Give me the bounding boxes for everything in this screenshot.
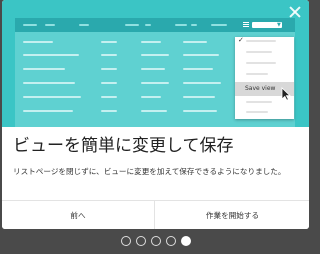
dialog-title: ビューを簡単に変更して保存 xyxy=(13,136,234,156)
page-dot[interactable] xyxy=(151,236,161,246)
dropdown-item xyxy=(246,101,272,103)
hero-illustration: ▼ ✓ Save view xyxy=(2,0,309,127)
toolbar-placeholder xyxy=(79,24,89,26)
get-started-button[interactable]: 作業を開始する xyxy=(156,201,309,229)
list-view-icon xyxy=(243,22,249,28)
close-icon[interactable] xyxy=(289,6,301,18)
dropdown-item xyxy=(246,62,276,64)
page-dot[interactable] xyxy=(136,236,146,246)
tour-dialog: ▼ ✓ Save view ビューを簡単に変更して保存 リストページを閉じずに、… xyxy=(2,0,309,229)
dialog-footer: 前へ 作業を開始する xyxy=(2,200,309,229)
dropdown-item xyxy=(246,73,268,75)
toolbar-placeholder xyxy=(125,24,139,26)
page-dot[interactable] xyxy=(121,236,131,246)
chevron-down-icon: ▼ xyxy=(277,22,281,28)
toolbar-placeholder xyxy=(191,24,197,26)
toolbar-placeholder xyxy=(45,24,55,26)
toolbar-placeholder xyxy=(145,24,151,26)
toolbar-placeholder xyxy=(211,24,227,26)
prev-button[interactable]: 前へ xyxy=(2,201,155,229)
mouse-pointer-icon xyxy=(281,87,291,101)
dialog-description: リストページを閉じずに、ビューに変更を加えて保存できるようになりました。 xyxy=(13,167,286,176)
toolbar-placeholder xyxy=(175,24,187,26)
view-dropdown-menu: ✓ Save view xyxy=(235,37,294,119)
dropdown-item xyxy=(246,40,276,42)
page-dot-active[interactable] xyxy=(181,236,191,246)
dropdown-item xyxy=(246,51,272,53)
dropdown-item xyxy=(246,111,268,113)
mock-toolbar: ▼ xyxy=(15,18,295,32)
page-dot[interactable] xyxy=(166,236,176,246)
toolbar-placeholder xyxy=(23,24,37,26)
checkmark-icon: ✓ xyxy=(238,36,244,44)
